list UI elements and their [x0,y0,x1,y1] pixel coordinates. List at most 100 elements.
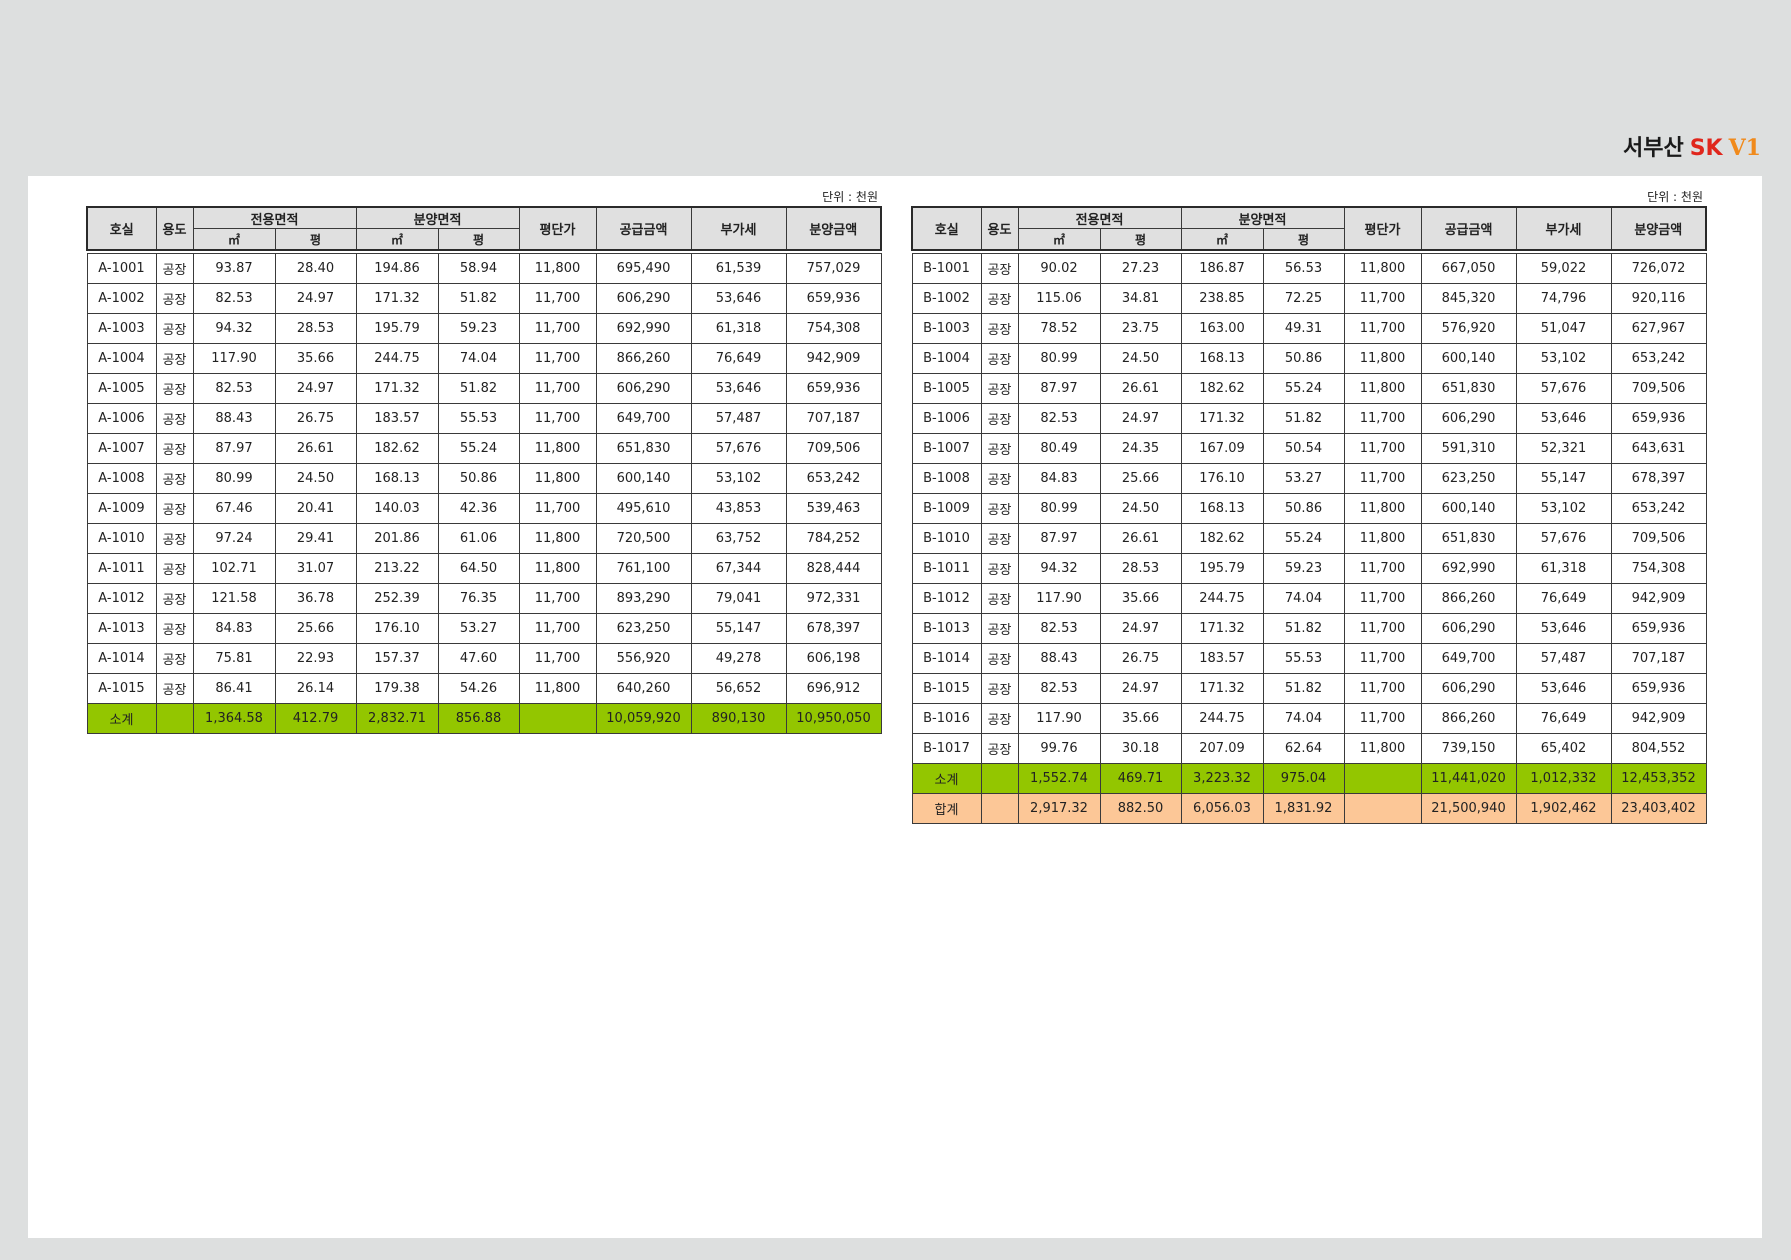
cell-unit-price: 11,700 [1343,643,1422,674]
cell-room: A-1006 [86,403,157,434]
cell-exclusive-pyeong: 29.41 [274,523,357,554]
table-row: A-1001 공장 93.87 28.40 194.86 58.94 11,800 695,4… [86,253,882,284]
cell-use: 공장 [980,493,1019,524]
cell-sale-pyeong: 51.82 [1262,613,1345,644]
header-exclusive-pyeong: 평 [274,228,357,251]
table-row: B-1017 공장 99.76 30.18 207.09 62.64 11,800 739,1… [911,733,1707,764]
cell-sale-sqm: 186.87 [1180,253,1264,284]
cell-sale-sqm: 176.10 [355,613,439,644]
cell-room: B-1003 [911,313,982,344]
cell-exclusive-sqm: 94.32 [192,313,276,344]
cell-sale-price: 709,506 [1610,373,1707,404]
header-room: 호실 [911,206,982,251]
header-unit-price: 평단가 [1343,206,1422,251]
cell-exclusive-sqm: 115.06 [1017,283,1101,314]
cell-vat: 61,318 [690,313,787,344]
cell-exclusive-pyeong: 24.97 [274,373,357,404]
cell-sale-price: 754,308 [1610,553,1707,584]
cell-vat: 59,022 [1515,253,1612,284]
table-header: 호실 용도 전용면적 분양면적 평단가 공급금액 부가세 분양금액 ㎡ 평 ㎡ … [86,206,882,251]
cell-sale-pyeong: 74.04 [437,343,520,374]
cell-exclusive-pyeong: 30.18 [1099,733,1182,764]
cell-room: A-1007 [86,433,157,464]
cell-use: 공장 [155,673,194,704]
cell-vat: 57,676 [690,433,787,464]
cell-sale-sqm: 171.32 [1180,673,1264,704]
cell-sale-price: 659,936 [1610,673,1707,704]
cell-use: 공장 [155,283,194,314]
cell-supply-price: 692,990 [595,313,692,344]
brand-name-sk: SK [1689,136,1723,161]
cell-sale-sqm: 194.86 [355,253,439,284]
table-a-container: 단위 : 천원 호실 용도 전용면적 분양면적 평단가 공급금액 부가세 분양금… [86,176,882,734]
subtotal-row: 소계 1,364.58 412.79 2,832.71 856.88 10,059,920… [86,703,882,734]
cell-exclusive-pyeong: 35.66 [1099,703,1182,734]
table-body: A-1001 공장 93.87 28.40 194.86 58.94 11,800 695,4… [86,249,882,734]
cell-room: B-1002 [911,283,982,314]
cell-room: 소계 [86,703,157,734]
cell-vat: 53,646 [1515,673,1612,704]
header-exclusive-pyeong: 평 [1099,228,1182,251]
cell-supply-price: 576,920 [1420,313,1517,344]
cell-unit-price: 11,700 [1343,583,1422,614]
cell-sale-pyeong: 975.04 [1262,763,1345,794]
cell-exclusive-pyeong: 28.40 [274,253,357,284]
cell-sale-pyeong: 1,831.92 [1262,793,1345,824]
cell-room: A-1009 [86,493,157,524]
cell-exclusive-pyeong: 34.81 [1099,283,1182,314]
cell-room: A-1002 [86,283,157,314]
cell-sale-pyeong: 51.82 [1262,403,1345,434]
table-row: B-1005 공장 87.97 26.61 182.62 55.24 11,800 651,8… [911,373,1707,404]
cell-sale-sqm: 171.32 [1180,403,1264,434]
cell-sale-pyeong: 42.36 [437,493,520,524]
cell-vat: 76,649 [1515,703,1612,734]
cell-sale-price: 678,397 [1610,463,1707,494]
cell-exclusive-pyeong: 24.50 [1099,343,1182,374]
cell-unit-price: 11,800 [518,523,597,554]
cell-room: B-1015 [911,673,982,704]
cell-vat: 57,676 [1515,373,1612,404]
cell-supply-price: 866,260 [595,343,692,374]
cell-exclusive-pyeong: 36.78 [274,583,357,614]
cell-exclusive-sqm: 117.90 [192,343,276,374]
cell-sale-price: 942,909 [785,343,882,374]
cell-supply-price: 649,700 [1420,643,1517,674]
table-row: B-1002 공장 115.06 34.81 238.85 72.25 11,700 845,… [911,283,1707,314]
cell-sale-sqm: 168.13 [1180,493,1264,524]
cell-unit-price [518,703,597,734]
cell-sale-pyeong: 50.86 [1262,493,1345,524]
cell-exclusive-sqm: 82.53 [192,283,276,314]
header-sale-area: 분양면적 [355,206,520,229]
cell-room: B-1012 [911,583,982,614]
table-row: A-1005 공장 82.53 24.97 171.32 51.82 11,700 606,2… [86,373,882,404]
cell-sale-sqm: 140.03 [355,493,439,524]
cell-unit-price: 11,700 [518,373,597,404]
cell-use: 공장 [980,733,1019,764]
cell-use: 공장 [980,433,1019,464]
cell-sale-sqm: 244.75 [355,343,439,374]
cell-supply-price: 651,830 [1420,373,1517,404]
cell-sale-sqm: 201.86 [355,523,439,554]
cell-room: B-1005 [911,373,982,404]
cell-sale-pyeong: 61.06 [437,523,520,554]
document-page: 단위 : 천원 호실 용도 전용면적 분양면적 평단가 공급금액 부가세 분양금… [28,176,1762,1238]
cell-exclusive-sqm: 84.83 [192,613,276,644]
cell-exclusive-sqm: 78.52 [1017,313,1101,344]
cell-vat: 63,752 [690,523,787,554]
cell-room: B-1004 [911,343,982,374]
table-row: A-1004 공장 117.90 35.66 244.75 74.04 11,700 866,… [86,343,882,374]
table-row: B-1003 공장 78.52 23.75 163.00 49.31 11,700 576,9… [911,313,1707,344]
cell-room: B-1010 [911,523,982,554]
header-exclusive-area: 전용면적 [192,206,357,229]
cell-unit-price: 11,800 [1343,493,1422,524]
table-b-container: 단위 : 천원 호실 용도 전용면적 분양면적 평단가 공급금액 부가세 분양금… [911,176,1707,824]
cell-sale-price: 539,463 [785,493,882,524]
cell-vat: 49,278 [690,643,787,674]
cell-exclusive-sqm: 2,917.32 [1017,793,1101,824]
cell-sale-price: 726,072 [1610,253,1707,284]
brand-logo: 서부산 SK V1 [1623,130,1761,162]
cell-use: 공장 [980,253,1019,284]
cell-supply-price: 495,610 [595,493,692,524]
cell-exclusive-sqm: 93.87 [192,253,276,284]
cell-use: 공장 [155,433,194,464]
